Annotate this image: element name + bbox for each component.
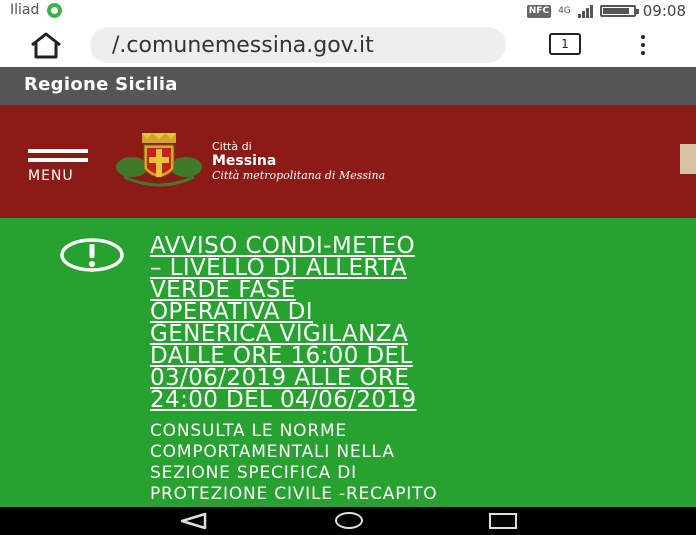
region-title[interactable]: Regione Sicilia (24, 74, 178, 95)
clock: 09:08 (642, 2, 686, 20)
alert-body-line: CONSULTA LE NORME (150, 421, 347, 441)
nfc-icon: NFC (526, 4, 552, 18)
more-vert-icon[interactable] (636, 33, 650, 57)
nav-back-icon[interactable] (178, 512, 208, 530)
carrier-name: Iliad (10, 2, 40, 18)
alert-title-line[interactable]: AVVISO CONDI-METEO (150, 235, 650, 258)
tabs-button[interactable]: 1 (549, 33, 581, 55)
nav-home-icon[interactable] (335, 512, 363, 529)
city-prefix: Città di (212, 140, 252, 153)
menu-label[interactable]: MENU (28, 168, 74, 184)
site-header: MENU Città di Messina Città metropolitan… (0, 105, 696, 218)
side-tab[interactable] (680, 144, 696, 174)
alert-title-line[interactable]: VERDE FASE (150, 279, 650, 302)
alert-title-line[interactable]: 24:00 DEL 04/06/2019 (150, 389, 650, 412)
city-name: Messina (212, 153, 277, 169)
system-nav-bar (0, 507, 696, 535)
signal-icon (577, 4, 593, 18)
alert-body: CONSULTA LE NORME COMPORTAMENTALI NELLA SE… (150, 421, 690, 505)
nav-recents-icon[interactable] (489, 513, 517, 529)
status-bar: Iliad NFC 4G 09:08 (0, 0, 696, 24)
battery-level (602, 8, 629, 14)
address-bar[interactable]: /.comunemessina.gov.it (90, 27, 506, 63)
city-name-block[interactable]: Città di Messina Città metropolitana di … (212, 140, 385, 182)
home-icon (31, 32, 61, 59)
alert-title-line[interactable]: OPERATIVA DI (150, 301, 650, 324)
alert-body-line: PROTEZIONE CIVILE -RECAPITO (150, 484, 438, 504)
url-text: /.comunemessina.gov.it (112, 33, 374, 58)
weather-alert-banner: AVVISO CONDI-METEO – LIVELLO DI ALLERTA VE… (0, 218, 696, 507)
alert-title-line[interactable]: GENERICA VIGILANZA (150, 323, 650, 346)
alert-body-line: COMPORTAMENTALI NELLA (150, 442, 395, 462)
city-crest-logo[interactable] (114, 131, 204, 189)
home-button[interactable] (28, 30, 64, 62)
browser-toolbar: /.comunemessina.gov.it 1 (0, 24, 696, 67)
region-bar: Regione Sicilia (0, 67, 696, 105)
alert-title-line[interactable]: – LIVELLO DI ALLERTA (150, 257, 650, 280)
alert-title-line[interactable]: DALLE ORE 16:00 DEL (150, 345, 650, 368)
whatsapp-notification-icon (47, 2, 63, 18)
metro-label: Città metropolitana di Messina (212, 169, 386, 182)
network-type: 4G (558, 5, 571, 16)
exclamation-icon (60, 238, 124, 272)
alert-body-line: SEZIONE SPECIFICA DI (150, 463, 357, 483)
alert-title[interactable]: AVVISO CONDI-METEO – LIVELLO DI ALLERTA VE… (150, 235, 650, 412)
battery-icon (599, 5, 639, 17)
alert-title-line[interactable]: 03/06/2019 ALLE ORE (150, 367, 650, 390)
